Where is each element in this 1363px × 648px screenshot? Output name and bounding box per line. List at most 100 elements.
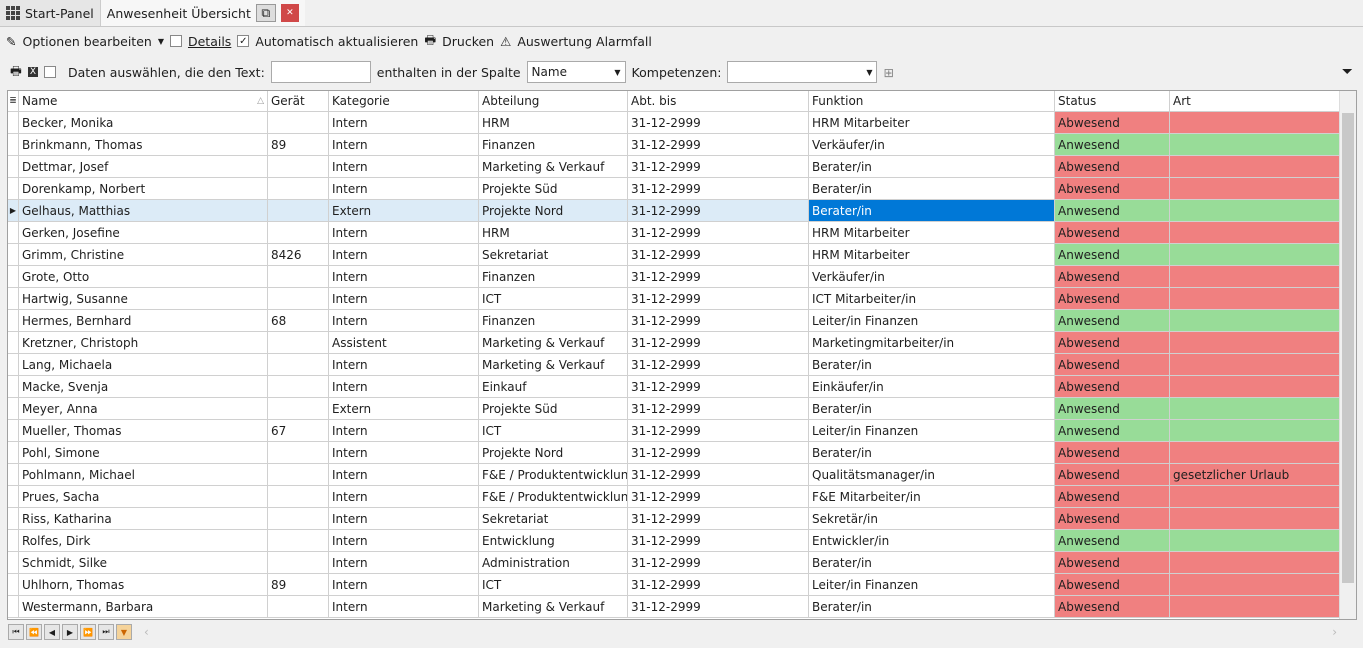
table-cell[interactable]: Marketing & Verkauf	[479, 596, 628, 617]
table-row[interactable]: Dettmar, Josef Intern Marketing & Verkauf 3…	[8, 156, 1356, 178]
table-cell[interactable]: Berater/in	[809, 354, 1055, 375]
table-cell[interactable]: 31-12-2999	[628, 552, 809, 573]
table-cell[interactable]: Extern	[329, 200, 479, 221]
table-cell[interactable]: ICT Mitarbeiter/in	[809, 288, 1055, 309]
table-cell[interactable]: Berater/in	[809, 552, 1055, 573]
next-record-button[interactable]: ▶	[62, 624, 78, 640]
table-cell[interactable]: 31-12-2999	[628, 222, 809, 243]
table-cell[interactable]	[1170, 200, 1340, 221]
table-row[interactable]: Hartwig, Susanne Intern ICT 31-12-2999 ICT M…	[8, 288, 1356, 310]
table-cell[interactable]	[1170, 442, 1340, 463]
table-cell[interactable]	[268, 200, 329, 221]
table-row[interactable]: Kretzner, Christoph Assistent Marketing & …	[8, 332, 1356, 354]
column-header[interactable]: Gerät	[268, 91, 329, 111]
table-cell[interactable]: 31-12-2999	[628, 486, 809, 507]
filter-icon[interactable]: ▼	[116, 624, 132, 640]
table-row[interactable]: Uhlhorn, Thomas 89 Intern ICT 31-12-2999 Leit…	[8, 574, 1356, 596]
table-cell[interactable]	[1170, 574, 1340, 595]
table-cell[interactable]: Einkäufer/in	[809, 376, 1055, 397]
table-cell[interactable]: Verkäufer/in	[809, 134, 1055, 155]
table-cell[interactable]: Abwesend	[1055, 178, 1170, 199]
table-cell[interactable]: Intern	[329, 112, 479, 133]
table-cell[interactable]: F&E / Produktentwicklung	[479, 486, 628, 507]
table-cell[interactable]: HRM	[479, 112, 628, 133]
table-cell[interactable]: Schmidt, Silke	[19, 552, 268, 573]
filter-settings-icon[interactable]: ⏷	[1342, 64, 1353, 80]
table-cell[interactable]: 31-12-2999	[628, 332, 809, 353]
table-cell[interactable]: HRM Mitarbeiter	[809, 222, 1055, 243]
table-cell[interactable]: F&E / Produktentwicklung	[479, 464, 628, 485]
table-cell[interactable]: Prues, Sacha	[19, 486, 268, 507]
table-cell[interactable]: Projekte Süd	[479, 398, 628, 419]
table-cell[interactable]: Intern	[329, 310, 479, 331]
table-row[interactable]: Schmidt, Silke Intern Administration 31-12-…	[8, 552, 1356, 574]
table-cell[interactable]: Intern	[329, 464, 479, 485]
column-header[interactable]: Status	[1055, 91, 1170, 111]
table-cell[interactable]: Abwesend	[1055, 486, 1170, 507]
table-cell[interactable]: Brinkmann, Thomas	[19, 134, 268, 155]
table-cell[interactable]: Hartwig, Susanne	[19, 288, 268, 309]
prev-page-button[interactable]: ⏪	[26, 624, 42, 640]
table-cell[interactable]: 31-12-2999	[628, 354, 809, 375]
table-cell[interactable]: Intern	[329, 354, 479, 375]
table-cell[interactable]	[268, 288, 329, 309]
table-cell[interactable]: Westermann, Barbara	[19, 596, 268, 617]
table-cell[interactable]: Berater/in	[809, 156, 1055, 177]
table-row[interactable]: Rolfes, Dirk Intern Entwicklung 31-12-2999 E…	[8, 530, 1356, 552]
table-cell[interactable]: Mueller, Thomas	[19, 420, 268, 441]
table-cell[interactable]: Grote, Otto	[19, 266, 268, 287]
table-cell[interactable]: Projekte Nord	[479, 442, 628, 463]
restore-window-icon[interactable]: ⧉	[255, 4, 276, 22]
table-row[interactable]: Grimm, Christine 8426 Intern Sekretariat 31-…	[8, 244, 1356, 266]
table-row[interactable]: Becker, Monika Intern HRM 31-12-2999 HRM Mit…	[8, 112, 1356, 134]
table-cell[interactable]: Administration	[479, 552, 628, 573]
table-cell[interactable]: Sekretariat	[479, 244, 628, 265]
details-checkbox[interactable]	[169, 35, 182, 47]
table-cell[interactable]	[268, 178, 329, 199]
table-cell[interactable]: Intern	[329, 574, 479, 595]
table-cell[interactable]: Abwesend	[1055, 464, 1170, 485]
table-cell[interactable]: Abwesend	[1055, 266, 1170, 287]
table-cell[interactable]: Lang, Michaela	[19, 354, 268, 375]
table-cell[interactable]: Sekretariat	[479, 508, 628, 529]
table-cell[interactable]	[268, 464, 329, 485]
filter-text-input[interactable]	[270, 61, 371, 83]
table-cell[interactable]	[268, 376, 329, 397]
table-cell[interactable]: 89	[268, 574, 329, 595]
table-cell[interactable]: 31-12-2999	[628, 420, 809, 441]
table-cell[interactable]	[1170, 398, 1340, 419]
table-cell[interactable]: Leiter/in Finanzen	[809, 310, 1055, 331]
table-cell[interactable]: ICT	[479, 574, 628, 595]
table-cell[interactable]: Projekte Süd	[479, 178, 628, 199]
column-header[interactable]: Abteilung	[479, 91, 628, 111]
table-cell[interactable]: Anwesend	[1055, 530, 1170, 551]
table-cell[interactable]: 31-12-2999	[628, 310, 809, 331]
table-cell[interactable]: 31-12-2999	[628, 134, 809, 155]
table-cell[interactable]: Projekte Nord	[479, 200, 628, 221]
table-row[interactable]: Pohl, Simone Intern Projekte Nord 31-12-299…	[8, 442, 1356, 464]
print-button[interactable]: Drucken	[442, 34, 494, 49]
table-cell[interactable]: Marketing & Verkauf	[479, 354, 628, 375]
table-row[interactable]: Brinkmann, Thomas 89 Intern Finanzen 31-12-2…	[8, 134, 1356, 156]
table-cell[interactable]: Abwesend	[1055, 222, 1170, 243]
table-cell[interactable]: Leiter/in Finanzen	[809, 574, 1055, 595]
prev-record-button[interactable]: ◀	[44, 624, 60, 640]
vertical-scrollbar[interactable]	[1339, 91, 1356, 619]
table-cell[interactable]: Marketingmitarbeiter/in	[809, 332, 1055, 353]
alarm-report-button[interactable]: Auswertung Alarmfall	[517, 34, 651, 49]
table-cell[interactable]	[268, 596, 329, 617]
table-cell[interactable]: Dettmar, Josef	[19, 156, 268, 177]
table-cell[interactable]: Anwesend	[1055, 398, 1170, 419]
column-header[interactable]: Funktion	[809, 91, 1055, 111]
table-cell[interactable]: Berater/in	[809, 442, 1055, 463]
table-row[interactable]: Westermann, Barbara Intern Marketing & Ver…	[8, 596, 1356, 618]
table-row[interactable]: Prues, Sacha Intern F&E / Produktentwicklu…	[8, 486, 1356, 508]
table-cell[interactable]: Intern	[329, 442, 479, 463]
table-cell[interactable]	[268, 486, 329, 507]
table-cell[interactable]	[268, 112, 329, 133]
table-cell[interactable]	[1170, 596, 1340, 617]
table-cell[interactable]	[1170, 420, 1340, 441]
table-cell[interactable]: Leiter/in Finanzen	[809, 420, 1055, 441]
column-header[interactable]: Abt. bis	[628, 91, 809, 111]
table-cell[interactable]: Finanzen	[479, 266, 628, 287]
